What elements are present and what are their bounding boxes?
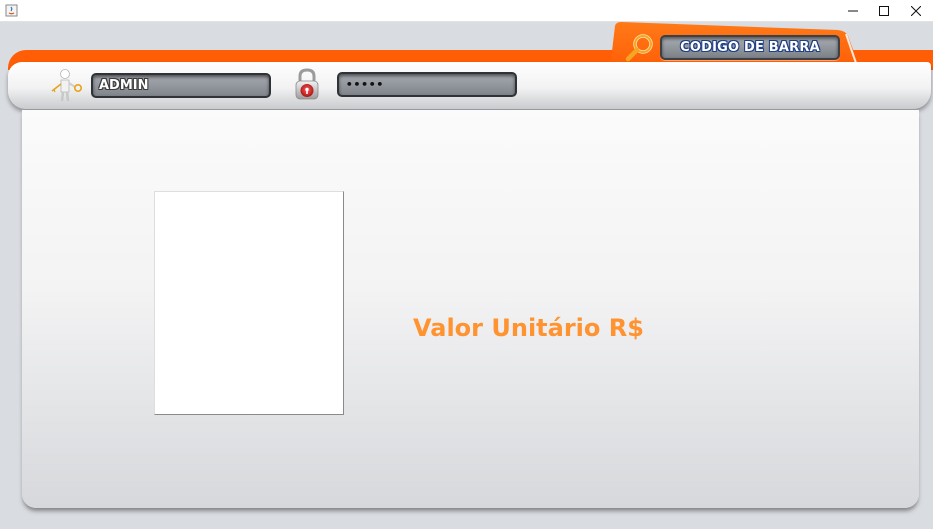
close-button[interactable] (900, 0, 932, 22)
password-field[interactable]: ••••• (337, 72, 517, 97)
lock-icon (295, 68, 319, 100)
close-icon (911, 6, 921, 16)
search-icon[interactable] (624, 33, 656, 63)
minimize-button[interactable] (837, 0, 869, 22)
username-value: ADMIN (99, 78, 149, 93)
password-value: ••••• (346, 78, 385, 91)
barcode-field-label: CODIGO DE BARRA (680, 40, 820, 55)
username-field[interactable]: ADMIN (91, 73, 271, 98)
unit-price-label: Valor Unitário R$ (413, 314, 644, 342)
user-key-icon (51, 69, 82, 102)
maximize-button[interactable] (868, 0, 900, 22)
minimize-icon (848, 10, 858, 12)
java-app-icon (5, 4, 18, 17)
barcode-input[interactable]: CODIGO DE BARRA (660, 35, 840, 60)
product-image-box (154, 191, 344, 415)
window-titlebar (0, 0, 933, 22)
maximize-icon (879, 6, 889, 16)
